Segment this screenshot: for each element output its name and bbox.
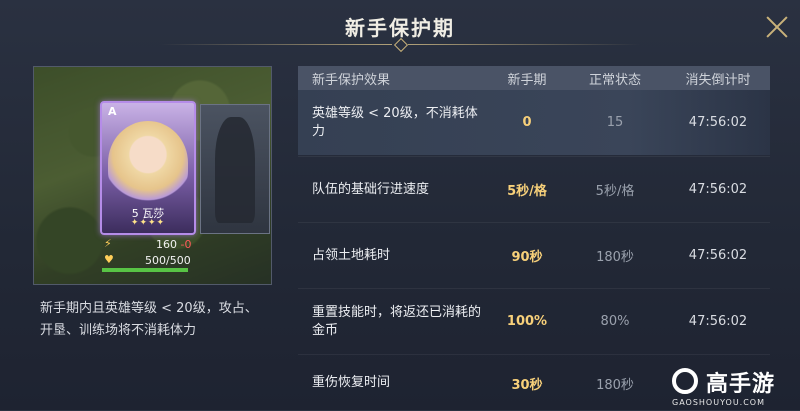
header-newbie: 新手期 (507, 72, 547, 88)
hero-stars: ✦✦✦✦ (130, 218, 166, 228)
watermark: 高手游 GAOSHOUYOU.COM (672, 364, 800, 410)
newbie-cell: 0 (522, 115, 532, 130)
title-divider-left (160, 44, 392, 45)
table-row: 队伍的基础行进速度 5秒/格 5秒/格 47:56:02 (298, 156, 770, 222)
newbie-cell: 100% (506, 314, 548, 329)
hp-value: 500/500 (145, 254, 191, 267)
effect-cell: 占领土地耗时 (312, 247, 391, 263)
newbie-cell: 30秒 (511, 377, 543, 393)
newbie-cell: 5秒/格 (507, 184, 547, 199)
hero-rank-badge: A (108, 105, 117, 118)
effect-cell: 英雄等级 < 20级，不消耗体力 (312, 105, 478, 139)
normal-cell: 180秒 (596, 250, 634, 265)
table-header: 新手保护效果 新手期 正常状态 消失倒计时 (298, 66, 770, 90)
watermark-url: GAOSHOUYOU.COM (672, 398, 766, 407)
countdown-cell: 47:56:02 (688, 248, 748, 263)
protection-table: 新手保护效果 新手期 正常状态 消失倒计时 英雄等级 < 20级，不消耗体力 0… (298, 66, 770, 393)
normal-cell: 15 (606, 115, 624, 130)
effect-cell: 队伍的基础行进速度 (312, 181, 430, 197)
normal-cell: 80% (600, 314, 630, 329)
hero-portrait (108, 121, 188, 205)
header-countdown: 消失倒计时 (685, 72, 751, 88)
locked-hero-card[interactable] (200, 104, 270, 234)
effect-cell: 重置技能时，将返还已消耗的金币 (312, 304, 482, 338)
table-row: 英雄等级 < 20级，不消耗体力 0 15 47:56:02 (298, 90, 770, 155)
page-title: 新手保护期 (345, 16, 455, 40)
energy-change: -0 (180, 238, 192, 251)
normal-cell: 180秒 (596, 377, 634, 393)
header-effect: 新手保护效果 (312, 72, 391, 88)
countdown-cell: 47:56:02 (688, 115, 748, 130)
countdown-cell: 47:56:02 (688, 314, 748, 329)
hero-card[interactable]: A 5 瓦莎 ✦✦✦✦ (100, 101, 196, 235)
header: 新手保护期 (0, 0, 800, 54)
table-row: 重置技能时，将返还已消耗的金币 100% 80% 47:56:02 (298, 288, 770, 354)
energy-stat: 160 -0 (156, 238, 191, 251)
watermark-name: 高手游 (706, 372, 776, 397)
hp-bar (102, 268, 188, 272)
newbie-cell: 90秒 (511, 250, 543, 265)
protection-description: 新手期内且英雄等级 < 20级，攻占、开垦、训练场将不消耗体力 (40, 301, 258, 338)
hero-silhouette (215, 117, 255, 223)
normal-cell: 5秒/格 (595, 184, 635, 199)
table-row: 占领土地耗时 90秒 180秒 47:56:02 (298, 222, 770, 288)
heart-icon: ♥ (104, 253, 114, 266)
energy-icon: ⚡ (104, 237, 112, 250)
watermark-logo-icon (672, 368, 698, 394)
close-icon[interactable] (760, 10, 794, 44)
energy-value: 160 (156, 238, 177, 251)
title-divider-right (408, 44, 640, 45)
countdown-cell: 47:56:02 (688, 182, 748, 197)
header-normal: 正常状态 (588, 72, 641, 88)
hp-bar-fill (102, 268, 188, 272)
effect-cell: 重伤恢复时间 (312, 375, 391, 390)
